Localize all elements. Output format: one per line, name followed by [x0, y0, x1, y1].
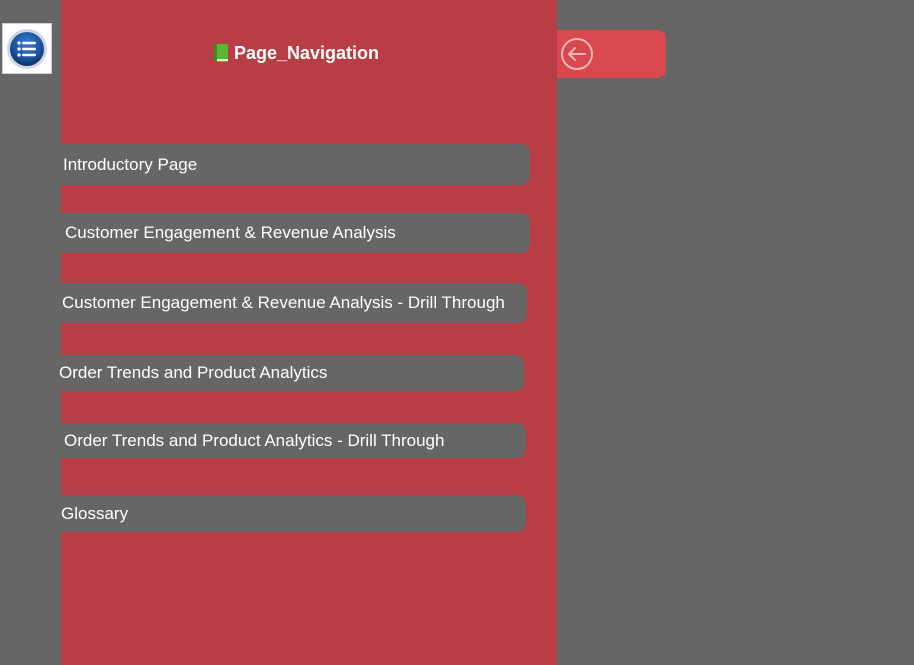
- report-canvas: Page_Navigation Introductory Page Custom…: [0, 0, 914, 665]
- menu-button[interactable]: [2, 23, 52, 74]
- nav-item-label: Glossary: [61, 503, 129, 523]
- nav-item-customer-engagement[interactable]: Customer Engagement & Revenue Analysis: [61, 213, 530, 253]
- nav-item-label: Order Trends and Product Analytics: [59, 363, 328, 382]
- green-book-icon: [214, 44, 228, 62]
- panel-title: Page_Navigation: [214, 40, 379, 66]
- hamburger-menu-icon: [7, 28, 47, 69]
- nav-item-label: Introductory Page: [63, 154, 198, 174]
- nav-item-label: Customer Engagement & Revenue Analysis -…: [62, 293, 505, 312]
- nav-item-glossary[interactable]: Glossary: [61, 495, 526, 532]
- nav-item-label: Customer Engagement & Revenue Analysis: [65, 223, 396, 242]
- nav-item-label: Order Trends and Product Analytics - Dri…: [64, 430, 445, 450]
- panel-title-text: Page_Navigation: [234, 42, 380, 63]
- nav-item-customer-engagement-drill-through[interactable]: Customer Engagement & Revenue Analysis -…: [61, 283, 527, 323]
- nav-item-introductory-page[interactable]: Introductory Page: [61, 144, 530, 185]
- nav-item-order-trends[interactable]: Order Trends and Product Analytics: [59, 355, 524, 391]
- nav-item-order-trends-drill-through[interactable]: Order Trends and Product Analytics - Dri…: [61, 423, 526, 458]
- back-button[interactable]: [557, 30, 666, 78]
- navigation-panel: Page_Navigation Introductory Page Custom…: [59, 0, 557, 665]
- back-arrow-circle-icon: [561, 38, 593, 70]
